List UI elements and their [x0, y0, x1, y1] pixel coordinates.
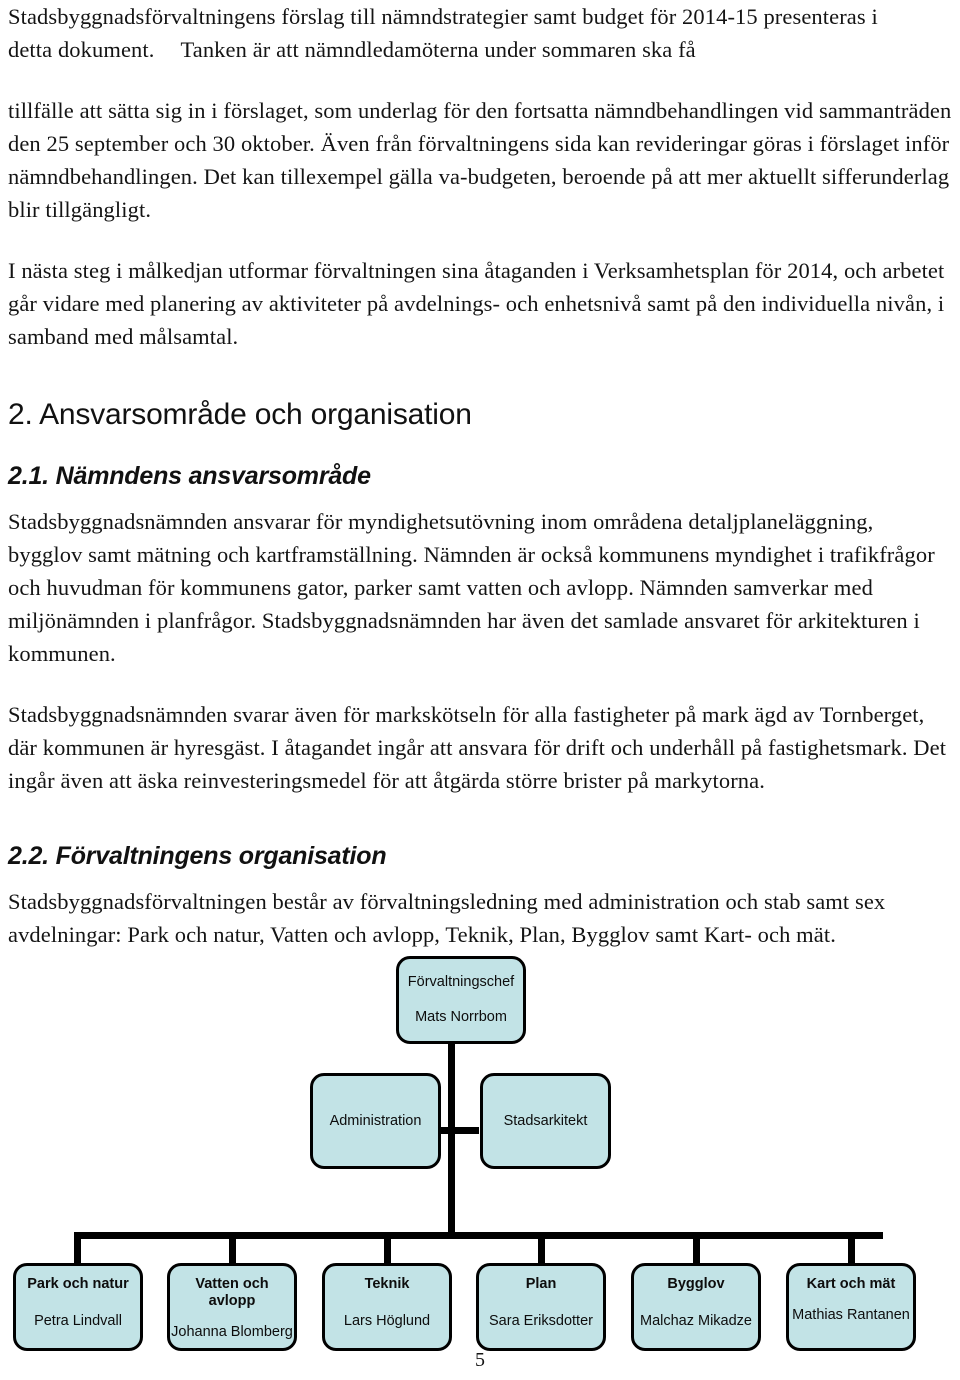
intro-line-2b: Tanken är att nämndledamöterna under som… — [180, 37, 696, 62]
org-node-title: Bygglov — [667, 1276, 725, 1292]
paragraph-intro: Stadsbyggnadsförvaltningens förslag till… — [8, 0, 952, 66]
connector-dept-drop-1 — [74, 1232, 81, 1266]
paragraph-organisation: Stadsbyggnadsförvaltningen består av för… — [8, 889, 886, 947]
intro-line-1: Stadsbyggnadsförvaltningens förslag till… — [8, 4, 878, 29]
org-node-administration[interactable]: Administration — [310, 1073, 441, 1169]
org-node-title: Förvaltningschef — [407, 974, 515, 990]
org-node-person: Johanna Blomberg — [171, 1324, 293, 1340]
document-page: Stadsbyggnadsförvaltningens förslag till… — [0, 0, 960, 1380]
org-node-person: Petra Lindvall — [34, 1313, 122, 1329]
paragraph-nasta-steg: I nästa steg i målkedjan utformar förval… — [8, 258, 945, 349]
org-node-teknik[interactable]: Teknik Lars Höglund — [322, 1263, 452, 1351]
org-node-stadsarkitekt[interactable]: Stadsarkitekt — [480, 1073, 611, 1169]
connector-department-bus — [77, 1232, 883, 1239]
spacer-before-heading-2 — [8, 353, 952, 397]
organisation-chart: Förvaltningschef Mats Norrbom Administra… — [8, 951, 952, 1351]
connector-trunk-vertical — [448, 1042, 455, 1238]
connector-dept-drop-4 — [538, 1232, 545, 1266]
org-node-title: Administration — [329, 1112, 422, 1129]
org-node-person: Lars Höglund — [343, 1313, 431, 1329]
org-node-forvaltningschef[interactable]: Förvaltningschef Mats Norrbom — [396, 956, 526, 1044]
spacer-after-heading-2 — [8, 433, 952, 461]
org-node-person: Malchaz Mikadze — [639, 1313, 752, 1329]
spacer-before-heading-2-2 — [8, 797, 952, 841]
connector-dept-drop-6 — [848, 1232, 855, 1266]
org-node-person: Mats Norrbom — [415, 1009, 507, 1025]
paragraph-ansvar-1: Stadsbyggnadsnämnden ansvarar för myndig… — [8, 509, 935, 666]
org-node-title: Plan — [525, 1276, 557, 1292]
connector-dept-drop-3 — [384, 1232, 391, 1266]
spacer-after-intro — [8, 66, 952, 94]
heading-section-2: 2. Ansvarsområde och organisation — [8, 398, 472, 431]
org-node-title: Teknik — [364, 1276, 410, 1292]
heading-section-2-2: 2.2. Förvaltningens organisation — [8, 842, 387, 870]
org-node-title: Vatten och avlopp — [195, 1276, 269, 1309]
heading-section-2-1: 2.1. Nämndens ansvarsområde — [8, 462, 371, 490]
org-node-kart-och-mat[interactable]: Kart och mät Mathias Rantanen — [786, 1263, 916, 1351]
intro-line-2a: detta dokument. — [8, 37, 155, 62]
paragraph-ansvar-2: Stadsbyggnadsnämnden svarar även för mar… — [8, 702, 947, 793]
spacer-after-heading-2-1 — [8, 491, 952, 505]
page-number: 5 — [475, 1349, 485, 1371]
connector-dept-drop-2 — [229, 1232, 236, 1266]
connector-staff-right — [453, 1127, 479, 1134]
paragraph-tillfalle: tillfälle att sätta sig in i förslaget, … — [8, 98, 952, 222]
spacer-after-heading-2-2 — [8, 871, 952, 885]
connector-dept-drop-5 — [693, 1232, 700, 1266]
org-node-title: Park och natur — [27, 1276, 129, 1292]
org-node-park-och-natur[interactable]: Park och natur Petra Lindvall — [13, 1263, 143, 1351]
org-node-person: Sara Eriksdotter — [489, 1313, 593, 1329]
org-node-person: Mathias Rantanen — [792, 1307, 910, 1323]
spacer-between-ansvar — [8, 670, 952, 698]
org-node-title: Kart och mät — [806, 1276, 896, 1292]
org-node-plan[interactable]: Plan Sara Eriksdotter — [476, 1263, 606, 1351]
org-node-title: Stadsarkitekt — [503, 1112, 588, 1129]
org-node-vatten-och-avlopp[interactable]: Vatten och avlopp Johanna Blomberg — [167, 1263, 297, 1351]
spacer-before-nasta-steg — [8, 226, 952, 254]
org-node-bygglov[interactable]: Bygglov Malchaz Mikadze — [631, 1263, 761, 1351]
